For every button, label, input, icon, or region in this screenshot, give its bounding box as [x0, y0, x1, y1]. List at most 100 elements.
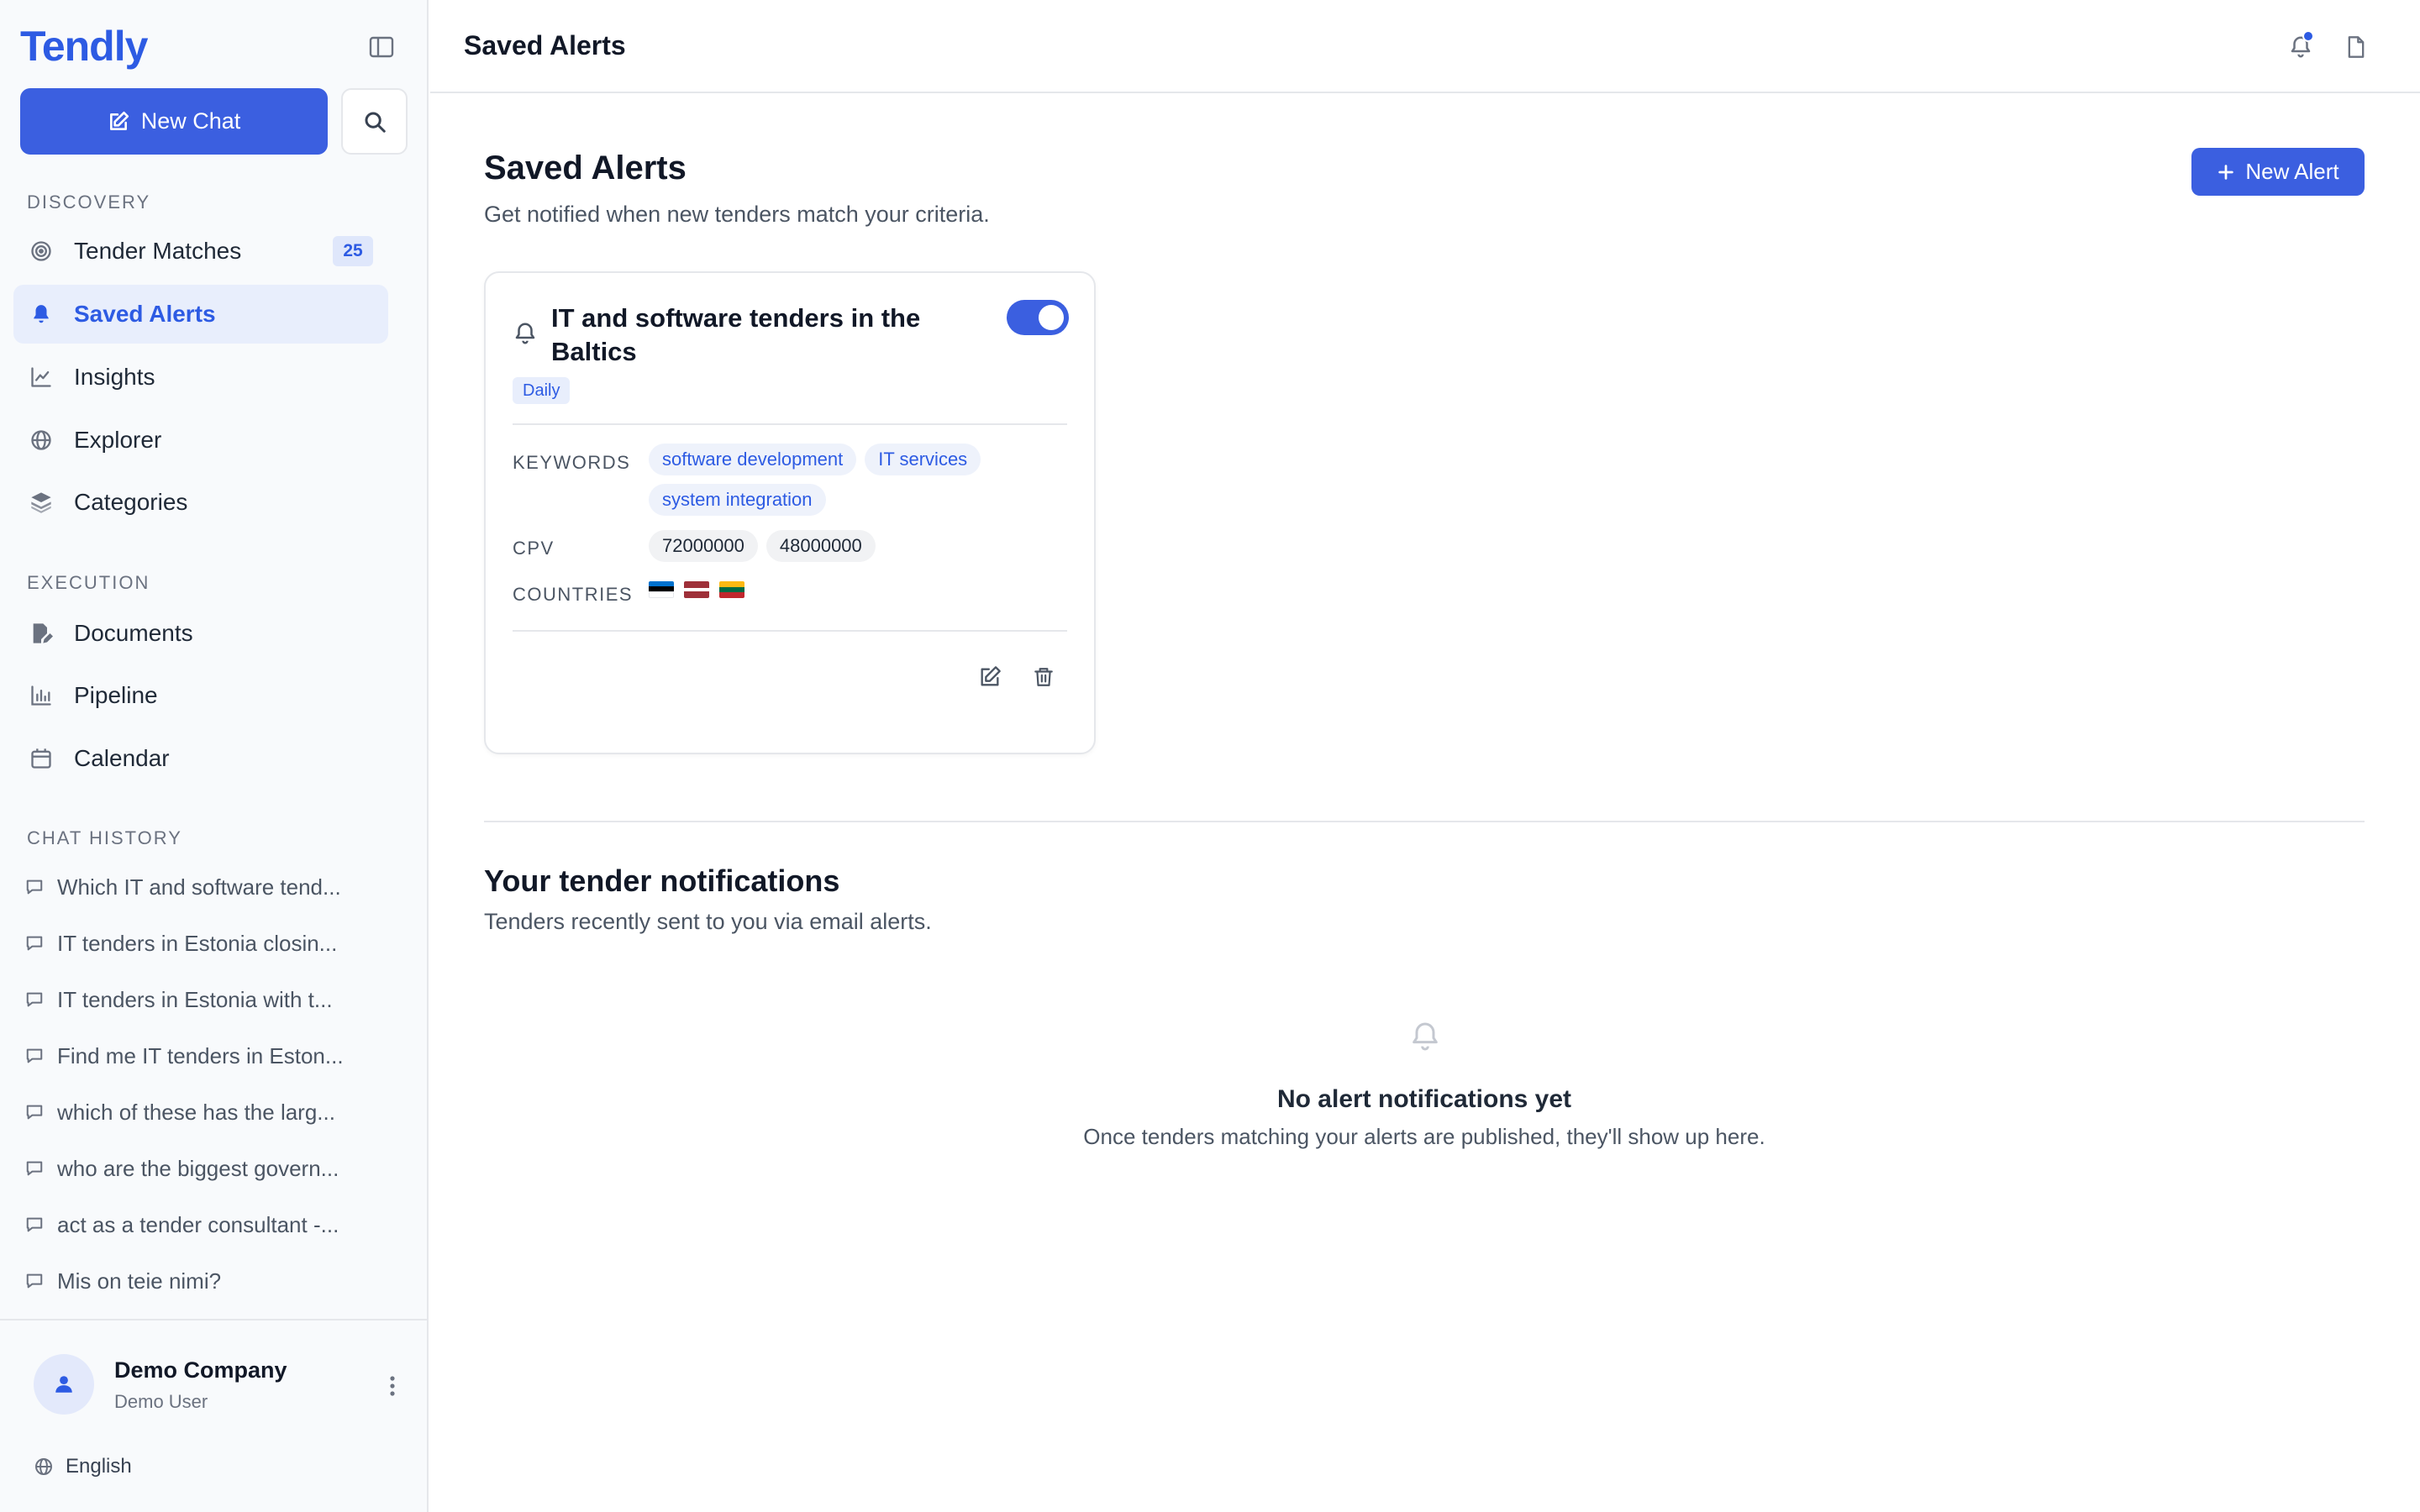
chat-history-item[interactable]: Find me IT tenders in Eston... — [25, 1035, 378, 1077]
sidebar-item-label: Insights — [74, 364, 155, 390]
edit-alert-button[interactable] — [973, 660, 1007, 694]
sidebar: Tendly New Chat Discovery Tender Matches… — [0, 0, 429, 1512]
empty-state-title: No alert notifications yet — [1276, 1085, 1572, 1113]
new-chat-label: New Chat — [140, 108, 241, 134]
chat-history-item[interactable]: who are the biggest govern... — [25, 1147, 378, 1189]
keywords-chips: software development IT services system … — [649, 444, 1044, 516]
countries-label: Countries — [513, 584, 634, 605]
chat-history-label: Mis on teie nimi? — [57, 1268, 222, 1294]
sidebar-item-label: Calendar — [74, 745, 170, 771]
sidebar-item-label: Saved Alerts — [74, 301, 216, 327]
section-label-discovery: Discovery — [27, 192, 151, 213]
chat-bubble-icon — [25, 933, 45, 953]
app-root: Tendly New Chat Discovery Tender Matches… — [0, 0, 2420, 1512]
chat-history-label: who are the biggest govern... — [57, 1155, 339, 1181]
chat-bubble-icon — [25, 1102, 45, 1122]
chat-history-label: act as a tender consultant -... — [57, 1211, 339, 1237]
sidebar-item-label: Explorer — [74, 427, 162, 453]
topbar-title: Saved Alerts — [464, 30, 626, 60]
line-chart-icon — [29, 365, 54, 390]
chat-history-label: Which IT and software tend... — [57, 874, 341, 900]
notifications-title: Your tender notifications — [484, 864, 840, 898]
new-alert-label: New Alert — [2245, 159, 2339, 184]
layers-icon — [29, 490, 54, 515]
edit-icon — [109, 111, 129, 130]
sidebar-item-pipeline[interactable]: Pipeline — [13, 666, 388, 725]
sidebar-item-tender-matches[interactable]: Tender Matches 25 — [13, 222, 388, 281]
plus-icon — [2218, 164, 2234, 180]
chat-bubble-icon — [25, 1271, 45, 1291]
bell-icon — [1413, 1022, 1438, 1051]
unread-indicator-dot — [2302, 30, 2314, 42]
alert-title: IT and software tenders in the Baltics — [551, 303, 921, 366]
sidebar-item-label: Documents — [74, 620, 193, 646]
sidebar-item-label: Pipeline — [74, 682, 158, 708]
calendar-icon — [29, 746, 54, 771]
trash-icon — [1034, 668, 1053, 686]
new-chat-button[interactable]: New Chat — [20, 88, 328, 155]
chat-history-label: which of these has the larg... — [57, 1099, 335, 1125]
flag-latvia-icon — [684, 581, 709, 598]
sidebar-panel-icon — [369, 36, 394, 58]
chat-history-label: IT tenders in Estonia with t... — [57, 986, 333, 1012]
globe-icon — [35, 1458, 52, 1475]
more-vertical-icon — [390, 1376, 395, 1396]
search-button[interactable] — [341, 88, 408, 155]
chat-history-item[interactable]: which of these has the larg... — [25, 1091, 378, 1133]
sidebar-item-label: Tender Matches — [74, 238, 242, 264]
chat-history-label: IT tenders in Estonia closin... — [57, 930, 338, 956]
documents-button[interactable] — [2338, 29, 2375, 66]
section-label-chat-history: Chat History — [27, 827, 182, 848]
chat-history-item[interactable]: Mis on teie nimi? — [25, 1260, 378, 1302]
cpv-chips: 72000000 48000000 — [649, 530, 1044, 562]
chat-bubble-icon — [25, 1215, 45, 1235]
topbar: Saved Alerts — [430, 0, 2420, 93]
tender-matches-count-badge: 25 — [333, 236, 373, 266]
toggle-knob — [1039, 305, 1064, 330]
app-logo[interactable]: Tendly — [20, 22, 148, 71]
user-name: Demo User — [114, 1391, 208, 1412]
chat-bubble-icon — [25, 877, 45, 897]
chat-history-item[interactable]: IT tenders in Estonia closin... — [25, 922, 378, 964]
bell-icon — [29, 302, 54, 327]
new-alert-button[interactable]: New Alert — [2191, 148, 2365, 196]
keyword-chip: system integration — [649, 484, 826, 516]
card-divider — [513, 423, 1067, 425]
sidebar-toggle-button[interactable] — [363, 30, 400, 64]
sidebar-item-calendar[interactable]: Calendar — [13, 729, 388, 788]
chat-history-item[interactable]: IT tenders in Estonia with t... — [25, 979, 378, 1021]
chat-bubble-icon — [25, 1046, 45, 1066]
flag-estonia-icon — [649, 581, 674, 598]
avatar[interactable] — [34, 1354, 94, 1415]
document-edit-icon — [29, 621, 54, 646]
sidebar-footer: Demo Company Demo User English — [0, 1319, 427, 1512]
sidebar-item-saved-alerts[interactable]: Saved Alerts — [13, 285, 388, 344]
account-menu-button[interactable] — [380, 1369, 405, 1403]
delete-alert-button[interactable] — [1027, 660, 1060, 694]
country-flags — [649, 581, 744, 598]
sidebar-item-insights[interactable]: Insights — [13, 348, 388, 407]
document-icon — [2348, 36, 2365, 58]
language-selector[interactable]: English — [34, 1455, 132, 1478]
bell-icon — [515, 323, 535, 344]
sidebar-item-explorer[interactable]: Explorer — [13, 411, 388, 470]
page-title: Saved Alerts — [484, 150, 687, 186]
notifications-subtitle: Tenders recently sent to you via email a… — [484, 909, 932, 934]
user-icon — [55, 1376, 72, 1393]
chat-history-item[interactable]: Which IT and software tend... — [25, 866, 378, 908]
sidebar-item-categories[interactable]: Categories — [13, 473, 388, 532]
alert-enabled-toggle[interactable] — [1007, 300, 1069, 335]
chat-history-item[interactable]: act as a tender consultant -... — [25, 1204, 378, 1246]
search-icon — [365, 112, 386, 133]
alert-frequency-badge: Daily — [513, 377, 571, 404]
section-label-execution: Execution — [27, 572, 150, 593]
sidebar-item-documents[interactable]: Documents — [13, 604, 388, 663]
keyword-chip: software development — [649, 444, 857, 475]
language-label: English — [66, 1455, 132, 1478]
cpv-label: CPV — [513, 538, 555, 559]
alert-card: IT and software tenders in the Baltics D… — [484, 271, 1096, 754]
edit-icon — [981, 666, 1001, 686]
cpv-chip: 48000000 — [765, 530, 876, 562]
notifications-button[interactable] — [2282, 29, 2319, 66]
empty-state-subtitle: Once tenders matching your alerts are pu… — [1083, 1124, 1765, 1149]
